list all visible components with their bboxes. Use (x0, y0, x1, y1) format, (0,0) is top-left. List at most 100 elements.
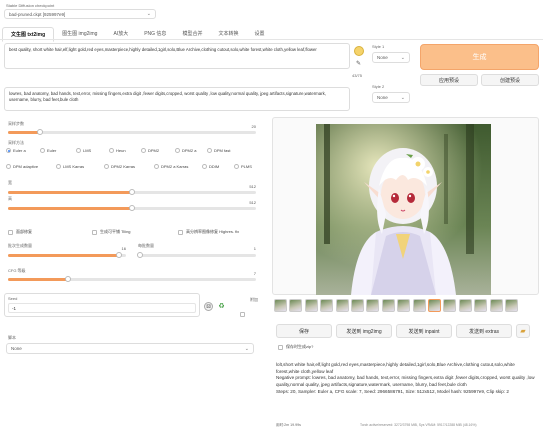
save-zip-checkbox[interactable]: 保存时生成zip? (278, 344, 313, 350)
height-slider-fill (8, 207, 132, 210)
height-slider[interactable] (8, 205, 256, 211)
paste-icon[interactable]: ✎ (356, 60, 363, 67)
cfg-label: CFG 等级 (8, 268, 26, 273)
sampler-option-label: DDIM (209, 164, 220, 169)
create-preset-button[interactable]: 创建预设 (481, 74, 539, 86)
batch-size-slider[interactable] (137, 252, 256, 258)
info-params: Steps: 20, Sampler: Euler a, CFG scale: … (276, 388, 509, 394)
batch-count-thumb[interactable] (115, 252, 122, 258)
steps-slider-fill (8, 131, 41, 134)
output-action-button[interactable]: 发送到 inpaint (396, 324, 452, 338)
prompt-input[interactable]: best quality, short white hair,elf,light… (4, 43, 350, 69)
thumbnail[interactable] (304, 299, 318, 312)
thumbnail[interactable] (443, 299, 457, 312)
dice-icon[interactable]: ⚄ (204, 302, 213, 311)
output-action-button[interactable]: 发送到 img2img (336, 324, 392, 338)
sampler-option[interactable]: DPM2 a (175, 148, 196, 153)
cfg-slider-thumb[interactable] (64, 276, 71, 282)
width-slider[interactable] (8, 189, 256, 195)
thumbnail[interactable] (366, 299, 380, 312)
random-artist-button[interactable] (354, 46, 364, 56)
sampler-option[interactable]: LMS (76, 148, 91, 153)
sampler-option[interactable]: PLMS (234, 164, 252, 169)
chevron-down-icon: ⌄ (146, 11, 151, 17)
sampler-option-label: PLMS (241, 164, 252, 169)
extra-seed-checkbox[interactable] (240, 312, 245, 317)
highres-checkbox[interactable]: 高分辨率图像修复 Highres. fix (178, 229, 239, 235)
tiling-checkbox[interactable]: 生成可平铺 Tiling (92, 229, 131, 235)
thumbnail[interactable] (320, 299, 334, 312)
thumbnail[interactable] (381, 299, 395, 312)
thumbnail[interactable] (489, 299, 503, 312)
sampler-option[interactable]: DPM fast (207, 148, 230, 153)
negative-prompt-input[interactable]: lowres, bad anatomy, bad hands, text,err… (4, 87, 350, 111)
height-slider-thumb[interactable] (129, 205, 135, 211)
chevron-down-icon: ⌄ (400, 54, 405, 61)
width-slider-thumb[interactable] (129, 189, 135, 195)
sampler-option-label: LMS (83, 148, 92, 153)
batch-count-label: 批次生成数量 (8, 243, 32, 248)
sampler-option[interactable]: Euler a (6, 148, 26, 153)
folder-icon[interactable]: ▰ (516, 324, 530, 338)
batch-count-slider[interactable] (8, 252, 126, 258)
style2-value: None (377, 95, 388, 100)
style2-label: Style 2 (372, 84, 385, 89)
sampler-option-label: DPM2 (148, 148, 160, 153)
sampler-radio-group: Euler a Euler LMS Heun DPM2 DPM2 a DPM fast DPM… (6, 147, 258, 177)
thumbnail[interactable] (289, 299, 303, 312)
thumbnail[interactable] (428, 299, 441, 312)
seed-input[interactable]: -1 (8, 303, 196, 313)
radio-dot (6, 148, 11, 153)
prompt-text: best quality, short white hair,elf,light… (9, 47, 317, 52)
sampler-option[interactable]: Heun (109, 148, 126, 153)
sampler-option[interactable]: Euler (40, 148, 56, 153)
sampler-option[interactable]: DPM2 Karras (104, 164, 135, 169)
cfg-slider[interactable] (8, 276, 256, 282)
thumbnail[interactable] (351, 299, 364, 312)
generated-image-art (316, 124, 491, 295)
style2-select[interactable]: None ⌄ (372, 92, 410, 103)
info-prompt: lolt,short white hair,elf,light gold,red… (276, 362, 515, 374)
extra-seed-label: 附加 (250, 297, 258, 302)
generated-image[interactable] (316, 124, 491, 295)
save-zip-label: 保存时生成zip? (286, 344, 314, 349)
seed-label: Seed (8, 296, 18, 301)
script-label: 脚本 (8, 335, 16, 340)
thumbnail[interactable] (474, 299, 488, 312)
output-action-button[interactable]: 保存 (276, 324, 332, 338)
batch-size-thumb[interactable] (137, 252, 144, 258)
script-select[interactable]: None ⌄ (6, 343, 254, 354)
steps-slider-thumb[interactable] (37, 129, 44, 135)
thumbnail[interactable] (412, 299, 426, 312)
checkpoint-select[interactable]: bad-pruned.ckpt [925997e9] ⌄ (4, 9, 156, 19)
style1-select[interactable]: None ⌄ (372, 52, 410, 63)
sampler-label: 采样方法 (8, 140, 24, 145)
cfg-slider-fill (8, 278, 68, 281)
sampler-option[interactable]: DPM2 a Karras (154, 164, 188, 169)
radio-dot (76, 148, 81, 153)
steps-slider[interactable] (8, 129, 256, 135)
thumbnail[interactable] (397, 299, 411, 312)
thumbnail[interactable] (505, 299, 518, 312)
restore-faces-label: 面部修复 (16, 229, 32, 234)
sampler-option[interactable]: LMS Karras (56, 164, 84, 169)
restore-faces-checkbox[interactable]: 面部修复 (8, 229, 32, 235)
cfg-value: 7 (253, 271, 256, 276)
recycle-icon[interactable]: ♻ (217, 302, 226, 311)
generation-info: lolt,short white hair,elf,light gold,red… (276, 362, 538, 395)
token-count: 43/75 (352, 73, 363, 78)
sampler-option[interactable]: DPM2 (141, 148, 159, 153)
steps-value: 20 (251, 124, 256, 129)
sampler-option[interactable]: DPM adaptive (6, 164, 38, 169)
thumbnail[interactable] (274, 299, 287, 312)
apply-preset-button[interactable]: 应用预设 (420, 74, 478, 86)
radio-dot (202, 164, 207, 169)
radio-dot (6, 164, 11, 169)
sampler-option[interactable]: DDIM (202, 164, 219, 169)
thumbnail[interactable] (458, 299, 472, 312)
thumbnail[interactable] (335, 299, 349, 312)
checkbox-box (178, 229, 183, 235)
output-action-button[interactable]: 发送到 extras (456, 324, 512, 338)
checkbox-box (8, 229, 13, 235)
generate-button[interactable]: 生成 (420, 44, 539, 70)
